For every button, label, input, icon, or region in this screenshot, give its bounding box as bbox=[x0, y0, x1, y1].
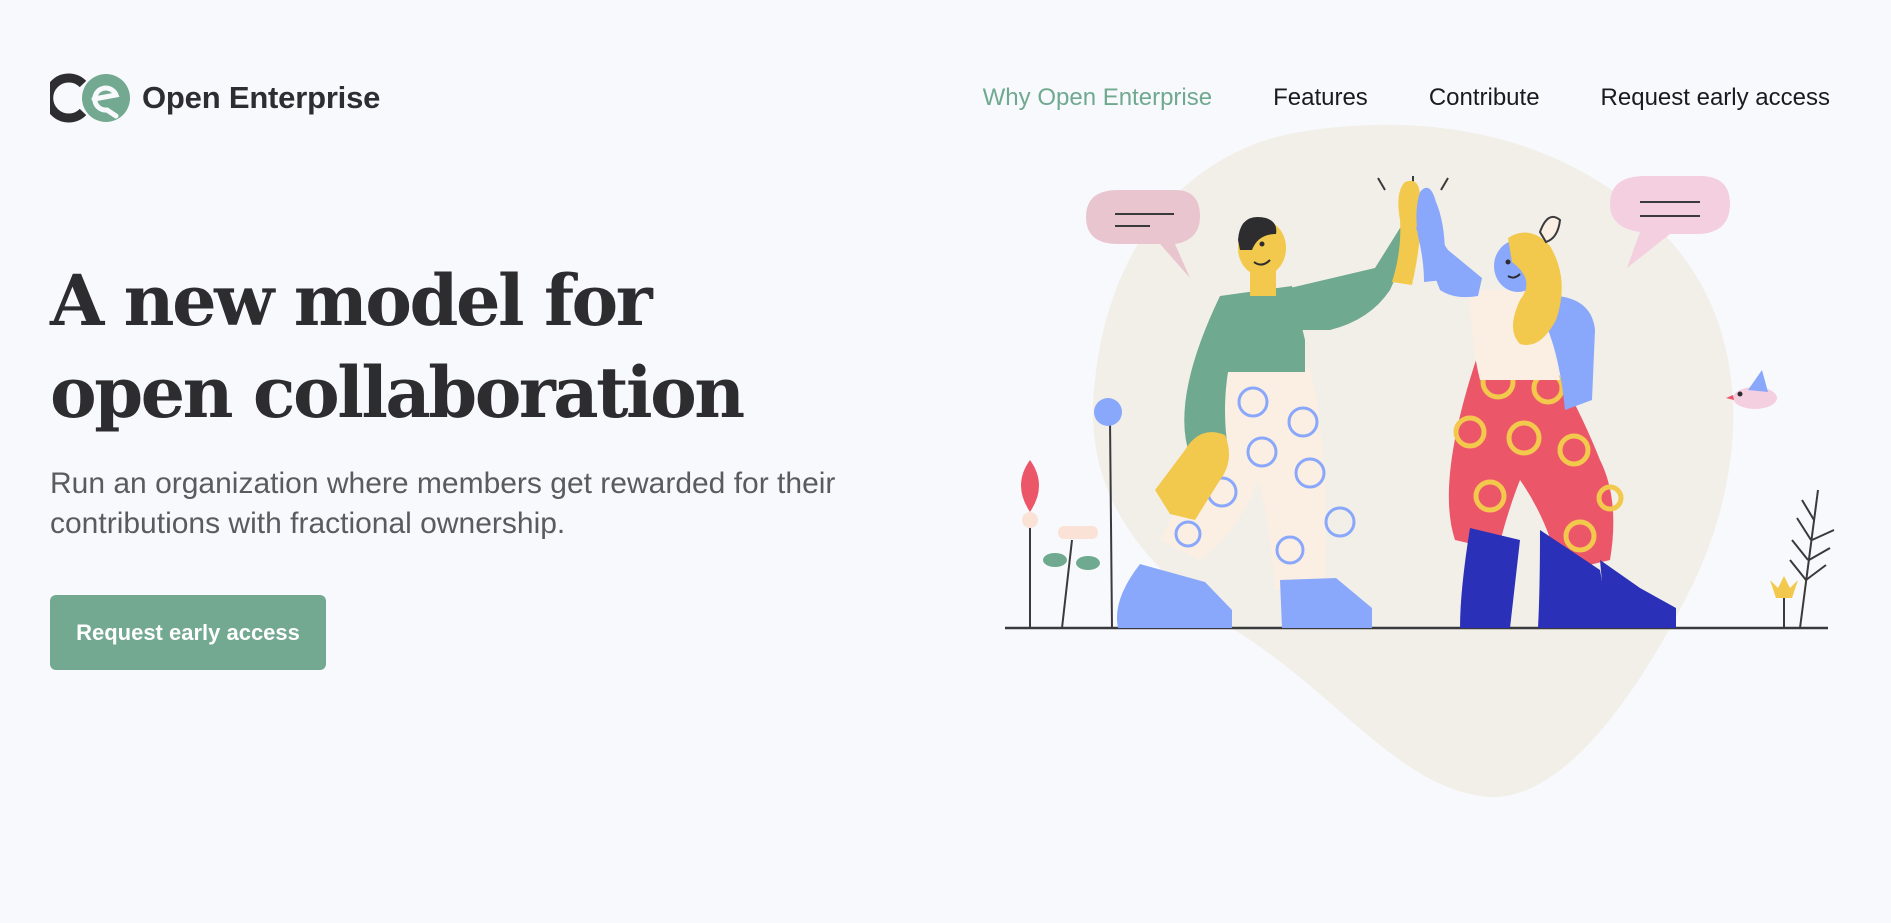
request-early-access-button[interactable]: Request early access bbox=[50, 595, 326, 670]
right-plants-icon bbox=[1726, 370, 1835, 629]
main-nav: Why Open Enterprise Features Contribute … bbox=[983, 84, 1830, 112]
brand-name: Open Enterprise bbox=[142, 80, 381, 115]
bird-icon bbox=[1726, 370, 1777, 409]
nav-request-early-access[interactable]: Request early access bbox=[1601, 84, 1830, 112]
nav-why-open-enterprise[interactable]: Why Open Enterprise bbox=[983, 84, 1212, 112]
hero-subtitle: Run an organization where members get re… bbox=[50, 467, 836, 540]
open-enterprise-logo-icon bbox=[50, 73, 130, 123]
hero-title-line-2: open collaboration bbox=[50, 351, 745, 434]
brand-logo[interactable]: Open Enterprise bbox=[50, 72, 380, 124]
nav-features[interactable]: Features bbox=[1273, 84, 1368, 112]
high-five-illustration bbox=[1005, 124, 1835, 798]
nav-contribute[interactable]: Contribute bbox=[1429, 84, 1540, 112]
hero-title-line-1: A new model for bbox=[50, 259, 653, 342]
hero-title: A new model for open collaboration bbox=[50, 255, 745, 439]
